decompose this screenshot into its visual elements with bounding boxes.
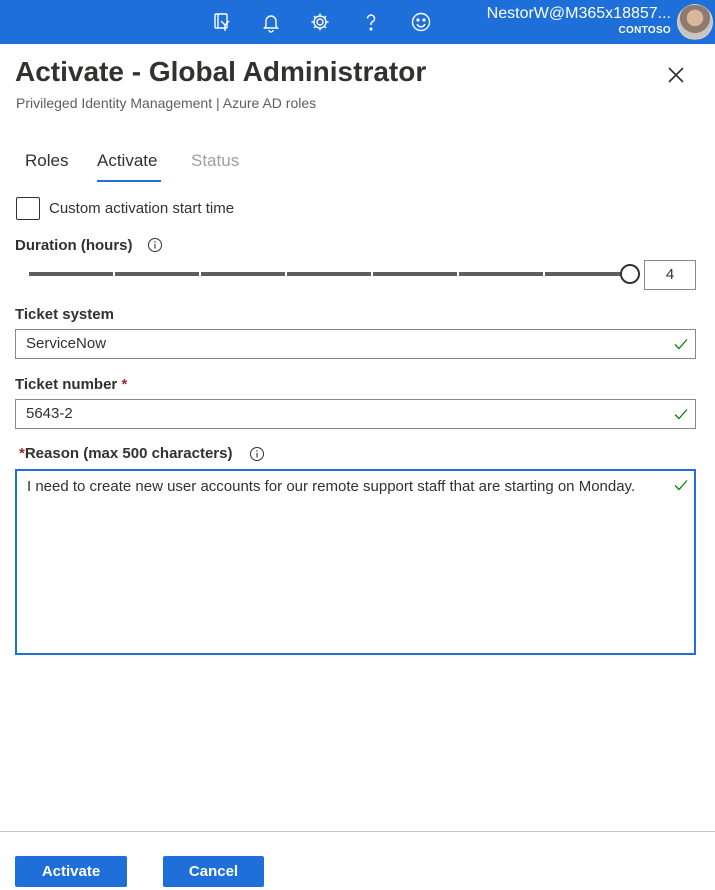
slider-segment bbox=[459, 272, 543, 276]
valid-check-icon bbox=[674, 409, 688, 420]
tab-roles[interactable]: Roles bbox=[25, 151, 68, 171]
gear-icon[interactable] bbox=[306, 8, 334, 36]
page-title: Activate - Global Administrator bbox=[15, 56, 427, 87]
ticket-system-input[interactable]: ServiceNow bbox=[15, 329, 696, 359]
slider-segment bbox=[201, 272, 285, 276]
slider-segment bbox=[287, 272, 371, 276]
required-marker: * bbox=[121, 376, 128, 393]
page-subtitle: Privileged Identity Management | Azure A… bbox=[16, 95, 317, 111]
ticket-number-label: Ticket number bbox=[15, 376, 118, 393]
ticket-number-input[interactable]: 5643-2 bbox=[15, 399, 696, 429]
tab-selected-indicator bbox=[97, 180, 161, 182]
reason-label: Reason (max 500 characters) bbox=[24, 445, 233, 462]
account-name: NestorW@M365x18857... bbox=[486, 5, 671, 22]
valid-check-icon bbox=[674, 339, 688, 350]
slider-segment bbox=[115, 272, 199, 276]
top-bar: NestorW@M365x18857... CONTOSO bbox=[0, 0, 715, 44]
custom-start-checkbox[interactable] bbox=[16, 197, 40, 220]
info-icon[interactable] bbox=[249, 446, 265, 462]
duration-label: Duration (hours) bbox=[15, 237, 133, 254]
tab-activate[interactable]: Activate bbox=[97, 151, 157, 171]
account-menu[interactable]: NestorW@M365x18857... CONTOSO bbox=[487, 4, 671, 38]
slider-segment bbox=[545, 272, 630, 276]
avatar[interactable] bbox=[677, 4, 713, 40]
close-icon[interactable] bbox=[664, 63, 688, 87]
directory-filter-icon[interactable] bbox=[208, 8, 236, 36]
custom-start-label: Custom activation start time bbox=[49, 200, 235, 217]
reason-label-row: *Reason (max 500 characters) bbox=[19, 445, 232, 462]
slider-segment bbox=[29, 272, 113, 276]
valid-check-icon bbox=[674, 480, 688, 491]
bell-icon[interactable] bbox=[257, 8, 285, 36]
footer-divider bbox=[0, 831, 715, 832]
ticket-number-label-row: Ticket number * bbox=[15, 376, 127, 393]
smiley-icon[interactable] bbox=[407, 8, 435, 36]
slider-segment bbox=[373, 272, 457, 276]
duration-input[interactable]: 4 bbox=[644, 260, 696, 290]
tab-status: Status bbox=[191, 151, 240, 170]
cancel-button[interactable]: Cancel bbox=[163, 856, 264, 887]
info-icon[interactable] bbox=[147, 237, 163, 253]
help-icon[interactable] bbox=[357, 8, 385, 36]
reason-textarea[interactable]: I need to create new user accounts for o… bbox=[15, 469, 696, 655]
duration-slider-track[interactable] bbox=[29, 272, 630, 276]
activate-button[interactable]: Activate bbox=[15, 856, 127, 887]
duration-slider-thumb[interactable] bbox=[620, 264, 640, 284]
tenant-name: CONTOSO bbox=[618, 25, 671, 36]
ticket-system-label: Ticket system bbox=[15, 306, 114, 323]
